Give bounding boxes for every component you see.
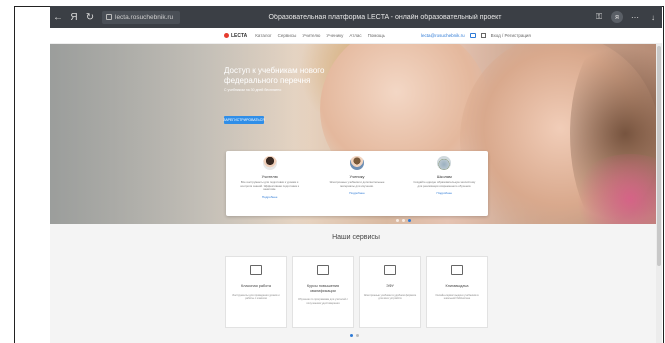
service-title: Книгавыдача (445, 284, 469, 288)
nav-link-teacher[interactable]: Учителю (302, 33, 320, 38)
translate-icon[interactable]: я (611, 11, 623, 23)
nav-link-services[interactable]: Сервисы (278, 33, 297, 38)
card-student[interactable]: Ученику Электронные учебники и дополните… (313, 151, 400, 216)
nav-link-help[interactable]: Помощь (368, 33, 385, 38)
pager-dot[interactable] (356, 334, 359, 337)
services-heading: Наши сервисы (332, 234, 380, 241)
pager-dot-active[interactable] (350, 334, 353, 337)
school-avatar-icon (437, 156, 452, 170)
hero-title: Доступ к учебникам нового федерального п… (224, 66, 325, 85)
ebook-icon (384, 265, 396, 275)
presentation-icon (250, 265, 262, 275)
service-title: Курсы повышения квалификации (306, 284, 340, 293)
key-icon[interactable]: ⚿ (590, 6, 608, 28)
card-text: Электронные учебники и дополнительные ма… (329, 180, 385, 188)
carousel-dot[interactable] (402, 219, 405, 222)
nav-link-student[interactable]: Ученику (326, 33, 343, 38)
service-text: Электронные учебники в удобном формате д… (363, 293, 417, 300)
service-text: Онлайн-сервис выдачи учебников в школьно… (435, 293, 479, 300)
card-text: Создайте единую образовательную экосисте… (413, 180, 476, 188)
nav-link-atlas[interactable]: Атлас (349, 33, 361, 38)
hero-banner: Доступ к учебникам нового федерального п… (50, 44, 662, 224)
page-tab-title: Образовательная платформа LECTA - онлайн… (268, 13, 502, 21)
service-text: Инструменты для проведения уроков и рабо… (232, 293, 280, 300)
back-arrow-icon[interactable]: ← (50, 6, 66, 28)
screen-frame: ≡ ← Я ↻ lecta.rosuchebnik.ru Образовател… (0, 0, 665, 343)
user-icon[interactable] (480, 33, 486, 38)
services-pager (350, 334, 359, 337)
service-card-courses[interactable]: Курсы повышения квалификации Обучение по… (292, 256, 354, 328)
service-text: Обучение по программам для учителей с по… (298, 298, 348, 305)
teacher-avatar-icon (262, 156, 277, 170)
site-navbar: LECTA Каталог Сервисы Учителю Ученику Ат… (50, 28, 662, 44)
briefcase-icon (317, 265, 329, 275)
card-title: Школам (436, 174, 452, 179)
audience-cards: Учителю Все инструменты для подготовки к… (226, 151, 488, 216)
nav-link-catalog[interactable]: Каталог (255, 33, 271, 38)
carousel-dot-active[interactable] (408, 219, 411, 222)
nav-account: lecta@rosuchebnik.ru Вход / Регистрация (421, 33, 531, 38)
service-card-efu[interactable]: ЭФУ Электронные учебники в удобном форма… (359, 256, 421, 328)
login-link[interactable]: Вход / Регистрация (491, 33, 531, 38)
carousel-dot[interactable] (396, 219, 399, 222)
scrollbar-thumb[interactable] (657, 46, 661, 266)
browser-actions: ⚿ я ⋯ ↓ (590, 6, 662, 28)
hero-subtitle: С учебником на 30 дней бесплатно (224, 88, 282, 92)
services-grid: Классная работа Инструменты для проведен… (225, 256, 488, 328)
card-school[interactable]: Школам Создайте единую образовательную э… (401, 151, 488, 216)
browser-window: ← Я ↻ lecta.rosuchebnik.ru Образовательн… (50, 6, 662, 343)
address-bar[interactable]: lecta.rosuchebnik.ru (102, 10, 180, 24)
download-icon[interactable]: ↓ (644, 6, 662, 28)
menu-icon[interactable]: ⋯ (626, 6, 644, 28)
card-more-link[interactable]: Подробнее (262, 195, 278, 199)
lock-icon (106, 14, 112, 20)
yandex-logo-icon[interactable]: Я (66, 6, 82, 28)
page-scrollbar[interactable] (656, 44, 662, 343)
cart-icon[interactable] (469, 33, 476, 38)
logo-text: LECTA (231, 32, 248, 39)
card-text: Все инструменты для подготовки к урокам … (240, 180, 299, 192)
service-title: ЭФУ (386, 284, 394, 288)
browser-toolbar: ← Я ↻ lecta.rosuchebnik.ru Образовательн… (50, 6, 662, 28)
card-more-link[interactable]: Подробнее (349, 191, 365, 195)
card-more-link[interactable]: Подробнее (437, 191, 453, 195)
register-button[interactable]: ЗАРЕГИСТРИРОВАТЬСЯ (223, 116, 265, 124)
address-bar-url: lecta.rosuchebnik.ru (115, 13, 174, 21)
library-icon (451, 265, 463, 275)
card-title: Ученику (349, 174, 365, 179)
student-avatar-icon (349, 156, 364, 170)
nav-links: Каталог Сервисы Учителю Ученику Атлас По… (255, 33, 385, 38)
service-card-library[interactable]: Книгавыдача Онлайн-сервис выдачи учебник… (426, 256, 488, 328)
reload-icon[interactable]: ↻ (82, 6, 98, 28)
service-title: Классная работа (241, 284, 271, 288)
account-link[interactable]: lecta@rosuchebnik.ru (421, 33, 465, 38)
carousel-dots (396, 219, 411, 222)
logo-mark-icon (224, 33, 229, 38)
card-title: Учителю (261, 174, 278, 179)
service-card-classwork[interactable]: Классная работа Инструменты для проведен… (225, 256, 287, 328)
site-logo[interactable]: LECTA (224, 33, 247, 39)
card-teacher[interactable]: Учителю Все инструменты для подготовки к… (226, 151, 313, 216)
